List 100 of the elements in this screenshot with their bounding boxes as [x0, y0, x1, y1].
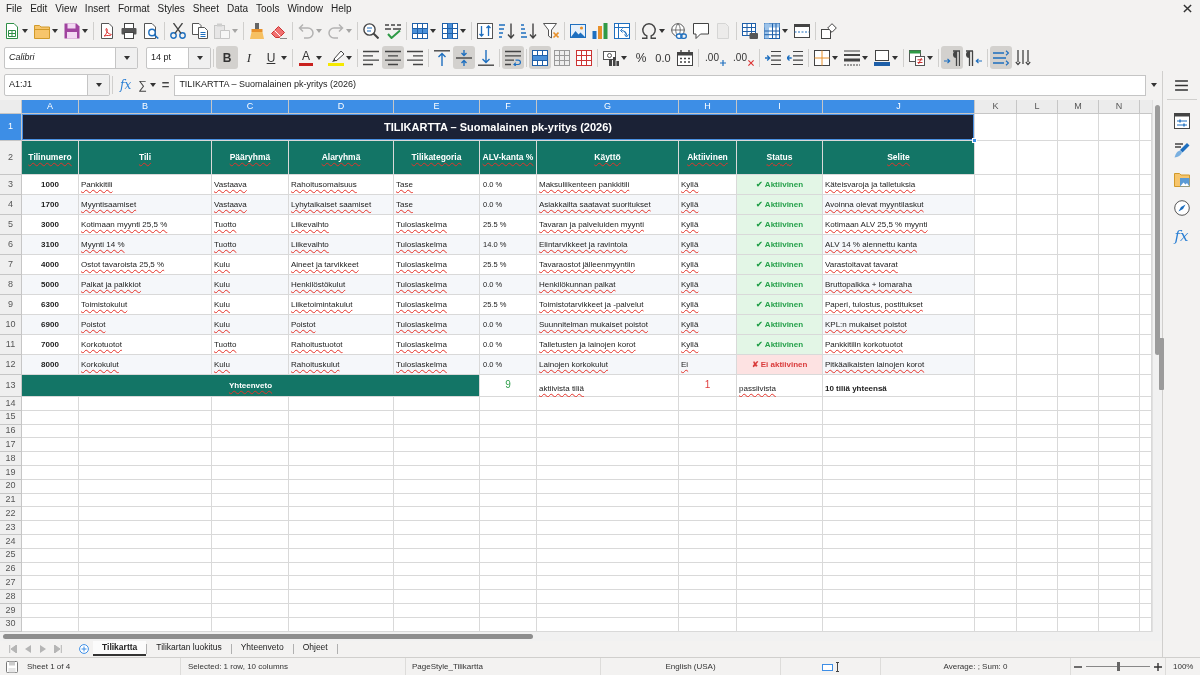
- table-cell: [1058, 195, 1099, 215]
- sheet-tab[interactable]: Ohjeet: [293, 641, 337, 657]
- sheet-tab[interactable]: Yhteenveto: [231, 641, 293, 657]
- row-header[interactable]: 9: [0, 295, 22, 315]
- table-cell: Talletusten ja lainojen korot: [537, 335, 679, 355]
- menu-item[interactable]: Format: [113, 0, 154, 17]
- menu-item[interactable]: View: [51, 0, 81, 17]
- menu-item[interactable]: Insert: [80, 0, 114, 17]
- column-header[interactable]: N: [1099, 100, 1140, 114]
- row-header[interactable]: 5: [0, 215, 22, 235]
- table-cell: Tuloslaskelma: [394, 255, 480, 275]
- row-header[interactable]: 22: [0, 507, 22, 522]
- page-style[interactable]: PageStyle_Tilikartta: [412, 660, 483, 673]
- plus-icon[interactable]: [1154, 662, 1162, 671]
- table-cell: [1099, 375, 1140, 397]
- fill-handle[interactable]: [972, 138, 977, 143]
- table-cell: ALV 14 % alennettu kanta: [823, 235, 975, 255]
- row-header[interactable]: 8: [0, 275, 22, 295]
- sum-button[interactable]: ∑: [135, 75, 159, 95]
- row-header[interactable]: 27: [0, 576, 22, 591]
- sidebar-collapse-handle[interactable]: [1159, 338, 1164, 390]
- table-cell: 8000: [22, 355, 79, 375]
- column-heading: Alaryhmä: [289, 141, 394, 175]
- column-header[interactable]: K: [975, 100, 1017, 114]
- table-cell: Lainojen korkokulut: [537, 355, 679, 375]
- language-status[interactable]: English (USA): [665, 660, 716, 673]
- status-cell: ✔ Aktiivinen: [737, 215, 823, 235]
- skip-end-icon: [53, 644, 62, 653]
- scrollbar-thumb[interactable]: [1155, 105, 1160, 355]
- slider-thumb[interactable]: [1116, 662, 1120, 671]
- row-header[interactable]: 28: [0, 590, 22, 604]
- rectangle-cursor-icon[interactable]: [821, 661, 840, 672]
- menu-item[interactable]: Styles: [153, 0, 189, 17]
- spreadsheet-file-icon: [4, 22, 20, 39]
- font-size-box[interactable]: 14 pt: [146, 46, 211, 69]
- table-cell: [1099, 114, 1140, 141]
- text-horizontal-button[interactable]: [990, 46, 1012, 69]
- table-cell: [1058, 507, 1099, 522]
- function-wizard-button[interactable]: fx: [117, 75, 135, 95]
- sheet-tab[interactable]: Tilikartan luokitus: [147, 641, 231, 657]
- blank-page-icon: [715, 22, 731, 39]
- row-header[interactable]: 12: [0, 355, 22, 375]
- row-header[interactable]: 11: [0, 335, 22, 355]
- row-header[interactable]: 2: [0, 141, 22, 175]
- zoom-level[interactable]: 100%: [1173, 660, 1194, 673]
- menu-item[interactable]: Tools: [252, 0, 284, 17]
- table-cell: Liiketoimintakulut: [289, 295, 394, 315]
- table-cell: [1017, 195, 1058, 215]
- table-cell: [1017, 114, 1058, 141]
- table-cell: [480, 397, 537, 411]
- caret-icon: [862, 55, 868, 60]
- table-cell: [1140, 175, 1152, 195]
- menu-item[interactable]: Window: [283, 0, 327, 17]
- merge-center-button[interactable]: [529, 46, 551, 69]
- left-to-right-button[interactable]: [941, 46, 963, 69]
- menu-item[interactable]: Sheet: [188, 0, 223, 17]
- sliders-window-icon: [1173, 112, 1190, 129]
- plus-circle-icon[interactable]: [79, 643, 89, 654]
- formula-input[interactable]: TILIKARTTA – Suomalainen pk-yritys (2026): [174, 74, 1146, 96]
- row-header[interactable]: 6: [0, 235, 22, 255]
- row-header[interactable]: 17: [0, 438, 22, 453]
- row-header[interactable]: 4: [0, 195, 22, 215]
- align-middle-button[interactable]: [453, 46, 475, 69]
- column-header[interactable]: L: [1017, 100, 1058, 114]
- caret-icon: [123, 55, 130, 60]
- functions-button[interactable]: fx: [1166, 222, 1197, 251]
- bold-button[interactable]: B: [216, 46, 238, 69]
- menu-item[interactable]: Help: [327, 0, 356, 17]
- wrap-text-button[interactable]: [502, 46, 524, 69]
- percent-button[interactable]: %: [630, 46, 652, 69]
- formula-button[interactable]: =: [158, 75, 173, 95]
- row-header[interactable]: 3: [0, 175, 22, 195]
- row-header[interactable]: 7: [0, 255, 22, 275]
- name-box[interactable]: A1:J1: [4, 74, 110, 96]
- color-bar-icon: [299, 62, 313, 66]
- align-center-button[interactable]: [382, 46, 404, 69]
- sheet-tab[interactable]: Tilikartta: [93, 641, 147, 657]
- table-cell: [679, 507, 737, 522]
- number-format-button[interactable]: 0.0: [652, 46, 674, 69]
- menu-item[interactable]: Edit: [26, 0, 52, 17]
- underline-button[interactable]: U: [260, 46, 290, 69]
- font-name-box[interactable]: Calibri: [4, 46, 138, 69]
- row-header[interactable]: 18: [0, 452, 22, 466]
- column-header[interactable]: M: [1058, 100, 1099, 114]
- font-color-button[interactable]: A: [295, 46, 325, 69]
- add-decimal-button[interactable]: .00: [701, 46, 729, 69]
- zoom-slider[interactable]: [1086, 662, 1150, 671]
- menu-item[interactable]: File: [2, 0, 27, 17]
- scrollbar-thumb[interactable]: [3, 633, 533, 639]
- sidebar-menu-button[interactable]: [1175, 77, 1188, 93]
- row-header[interactable]: 13: [0, 375, 22, 397]
- row-header[interactable]: 10: [0, 315, 22, 335]
- close-icon[interactable]: [1183, 4, 1192, 13]
- table-cell: [1017, 438, 1058, 453]
- delete-decimal-button[interactable]: .00: [729, 46, 757, 69]
- row-header[interactable]: 23: [0, 521, 22, 535]
- italic-button[interactable]: I: [238, 46, 260, 69]
- borders-icon: [814, 49, 830, 66]
- menu-item[interactable]: Data: [222, 0, 253, 17]
- row-header[interactable]: 14: [0, 397, 22, 411]
